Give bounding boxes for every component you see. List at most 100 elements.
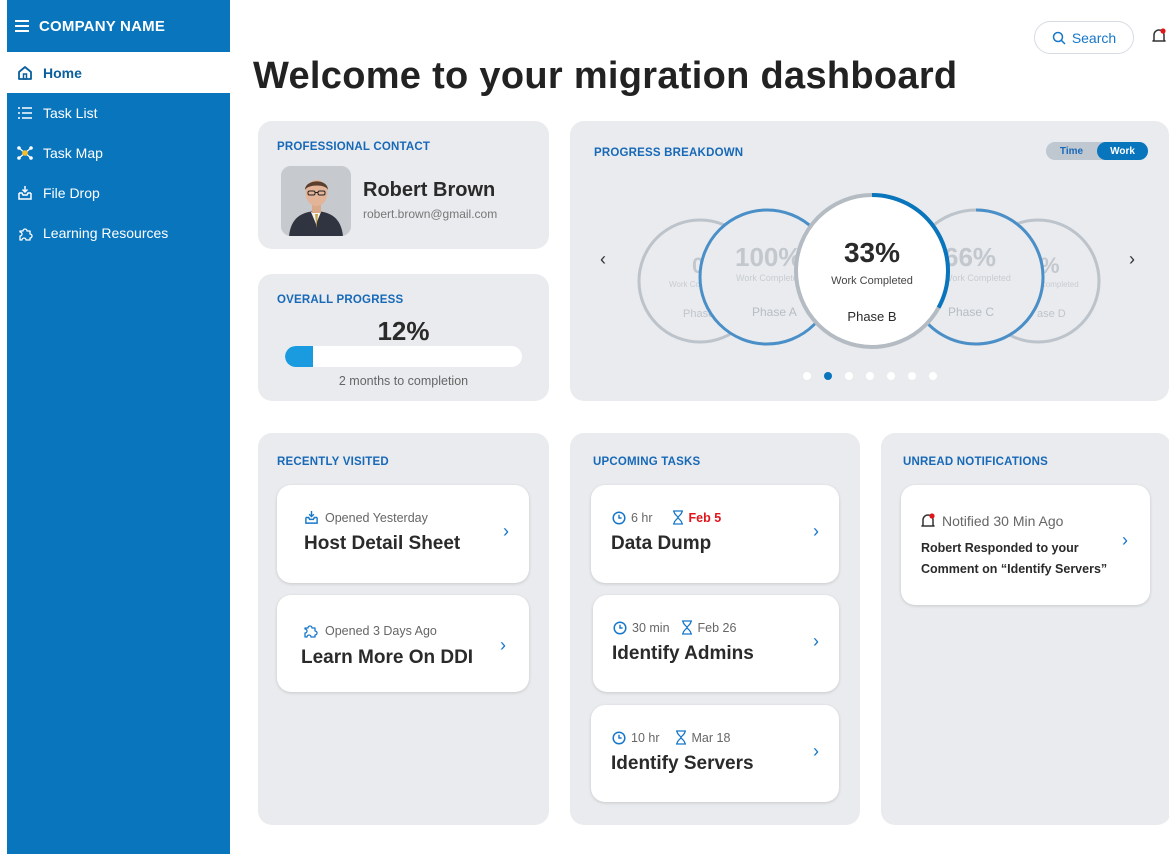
unread-notifications-card: UNREAD NOTIFICATIONS Notified 30 Min Ago… xyxy=(881,433,1169,825)
sidebar-item-label: Task List xyxy=(43,105,98,121)
notification-meta: Notified 30 Min Ago xyxy=(942,513,1064,529)
phase-c-label: Phase C xyxy=(948,305,994,319)
chevron-right-icon: › xyxy=(813,631,819,651)
recent-heading: RECENTLY VISITED xyxy=(277,456,389,468)
task-duration: 30 min xyxy=(632,620,670,635)
brand-bar: COMPANY NAME xyxy=(7,0,230,52)
phase-c-sub: Work Completed xyxy=(944,273,1011,283)
search-label: Search xyxy=(1071,29,1117,46)
tasks-heading: UPCOMING TASKS xyxy=(593,456,701,468)
chevron-right-icon: › xyxy=(500,635,506,655)
phase-b-percent: 33% xyxy=(844,237,900,268)
chevron-right-icon: › xyxy=(1122,530,1128,550)
phase-a-percent: 100% xyxy=(735,242,802,272)
chevron-right-icon: › xyxy=(813,521,819,541)
phase-far-right-percent: % xyxy=(1040,253,1060,278)
sidebar-item-file-drop[interactable]: File Drop xyxy=(7,173,230,213)
time-work-toggle[interactable]: Time Work xyxy=(1046,142,1148,160)
progress-bar-fill xyxy=(285,346,314,367)
sidebar-item-task-map[interactable]: Task Map xyxy=(7,133,230,173)
task-duration: 6 hr xyxy=(631,510,653,525)
phase-far-left-percent: 0 xyxy=(692,253,704,278)
task-title: Identify Admins xyxy=(612,643,754,664)
carousel-dot[interactable] xyxy=(886,372,895,380)
phase-a-label: Phase A xyxy=(752,305,797,319)
phase-far-left-label: Phase xyxy=(683,308,714,320)
phase-far-left-sub: Work Completed xyxy=(669,280,728,289)
recent-item-meta: Opened 3 Days Ago xyxy=(325,623,437,638)
contact-name: Robert Brown xyxy=(363,179,496,201)
recent-item-meta: Opened Yesterday xyxy=(325,510,428,525)
carousel-dot[interactable] xyxy=(928,372,937,380)
network-icon xyxy=(16,144,34,162)
recent-item-learn-ddi[interactable]: Opened 3 Days Ago Learn More On DDI › xyxy=(277,595,529,692)
recent-item-title: Host Detail Sheet xyxy=(304,533,461,554)
clock-icon xyxy=(613,620,627,635)
menu-icon[interactable] xyxy=(15,17,29,35)
chevron-right-icon: › xyxy=(503,521,509,541)
task-item-identify-servers[interactable]: 10 hr Mar 18 Identify Servers › xyxy=(591,705,839,802)
inbox-download-icon xyxy=(16,184,34,202)
phase-circle-b[interactable]: 33% Work Completed Phase B xyxy=(794,193,950,349)
phase-far-right-label: ase D xyxy=(1037,308,1066,320)
breakdown-heading: PROGRESS BREAKDOWN xyxy=(594,147,744,159)
carousel-dot[interactable] xyxy=(823,372,832,380)
contact-email[interactable]: robert.brown@gmail.com xyxy=(363,207,497,221)
task-duration: 10 hr xyxy=(631,730,660,745)
page-title: Welcome to your migration dashboard xyxy=(253,55,958,97)
task-title: Identify Servers xyxy=(611,753,754,774)
carousel-prev-button[interactable]: ‹ xyxy=(600,249,606,270)
carousel-dot[interactable] xyxy=(907,372,916,380)
toggle-work[interactable]: Work xyxy=(1097,142,1148,160)
notification-text: Robert Responded to your Comment on “Ide… xyxy=(921,541,1108,576)
carousel-dot[interactable] xyxy=(865,372,874,380)
task-due-date: Feb 26 xyxy=(697,620,737,635)
sidebar-item-label: Task Map xyxy=(43,145,103,161)
puzzle-icon xyxy=(16,224,34,242)
task-item-data-dump[interactable]: 6 hr Feb 5 Data Dump › xyxy=(591,485,839,583)
phase-circle-a[interactable]: 100% Work Completed Phase A xyxy=(698,208,836,346)
task-title: Data Dump xyxy=(611,533,712,554)
phase-c-percent: 66% xyxy=(944,242,996,272)
carousel-dots xyxy=(570,372,1169,380)
search-icon xyxy=(1052,31,1066,45)
toggle-time[interactable]: Time xyxy=(1046,142,1097,160)
phase-far-right-sub: Completed xyxy=(1040,280,1079,289)
carousel-dot[interactable] xyxy=(844,372,853,380)
notification-item[interactable]: Notified 30 Min Ago Robert Responded to … xyxy=(901,485,1150,605)
overall-progress-card: OVERALL PROGRESS 12% 2 months to complet… xyxy=(258,274,549,401)
overall-percent: 12% xyxy=(377,316,430,346)
phase-circle-far-left[interactable]: 0 Work Completed Phase xyxy=(637,218,763,344)
phase-carousel: 0 Work Completed Phase % Completed ase D… xyxy=(637,193,1101,349)
recent-item-host-detail[interactable]: Opened Yesterday Host Detail Sheet › xyxy=(277,485,529,583)
recently-visited-card: RECENTLY VISITED Opened Yesterday Host D… xyxy=(258,433,549,825)
hourglass-icon xyxy=(672,510,683,525)
sidebar-item-label: Home xyxy=(43,64,82,81)
inbox-download-icon xyxy=(305,510,318,524)
progress-breakdown-card: PROGRESS BREAKDOWN Time Work ‹ › 0 Work … xyxy=(570,121,1169,401)
notifications-heading: UNREAD NOTIFICATIONS xyxy=(903,456,1048,468)
sidebar-item-learning-resources[interactable]: Learning Resources xyxy=(7,213,230,253)
phase-b-sub: Work Completed xyxy=(831,275,913,287)
sidebar-item-home[interactable]: Home xyxy=(7,52,230,93)
phase-circle-c[interactable]: 66% Work Completed Phase C xyxy=(907,208,1045,346)
progress-caption: 2 months to completion xyxy=(338,374,469,388)
carousel-next-button[interactable]: › xyxy=(1129,249,1135,270)
hourglass-icon xyxy=(675,730,686,745)
clock-icon xyxy=(612,730,626,745)
carousel-dot[interactable] xyxy=(802,372,811,380)
sidebar-item-task-list[interactable]: Task List xyxy=(7,93,230,133)
overall-heading: OVERALL PROGRESS xyxy=(277,294,404,306)
search-button[interactable]: Search xyxy=(1034,21,1134,54)
puzzle-icon xyxy=(304,625,318,638)
hourglass-icon xyxy=(681,620,692,635)
phase-a-sub: Work Completed xyxy=(736,273,803,283)
home-icon xyxy=(16,64,34,82)
sidebar: COMPANY NAME Home Task List Task Map Fil… xyxy=(7,0,230,854)
task-due-date: Mar 18 xyxy=(691,730,731,745)
task-item-identify-admins[interactable]: 30 min Feb 26 Identify Admins › xyxy=(593,595,839,692)
contact-card: PROFESSIONAL CONTACT Robert Brown robert… xyxy=(258,121,549,249)
clock-icon xyxy=(612,510,626,525)
notification-bell-icon[interactable] xyxy=(1152,28,1166,49)
phase-circle-far-right[interactable]: % Completed ase D xyxy=(975,218,1101,344)
